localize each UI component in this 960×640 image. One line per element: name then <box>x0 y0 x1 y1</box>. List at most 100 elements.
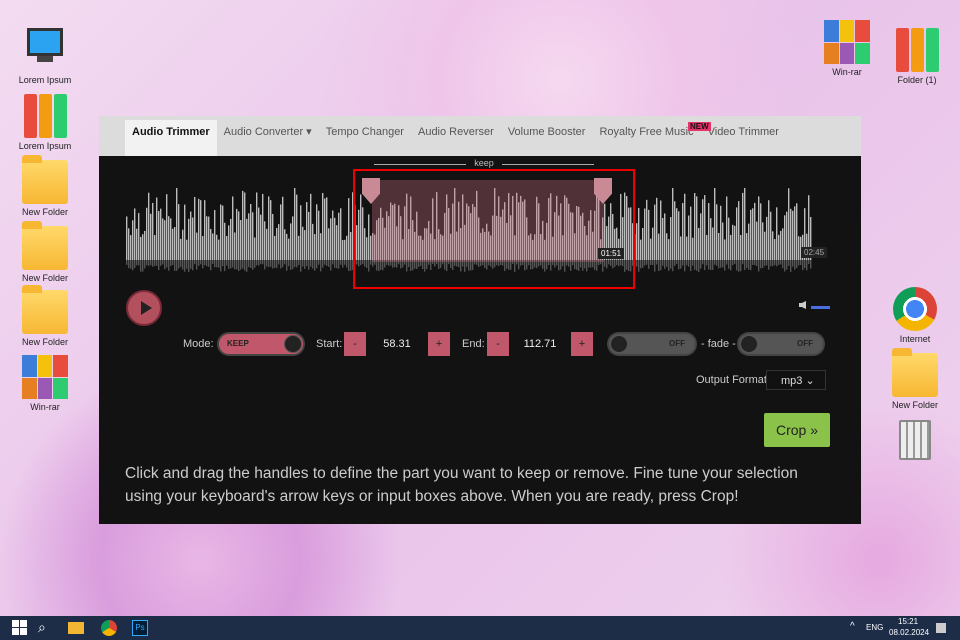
waveform-bar <box>326 260 328 266</box>
fade-out-toggle[interactable]: OFF <box>737 332 825 356</box>
desktop-icon-new-folder[interactable]: New Folder <box>10 221 80 283</box>
waveform-bar <box>270 260 272 267</box>
volume-icon[interactable] <box>799 301 806 309</box>
waveform-bar <box>318 210 320 260</box>
waveform-bar <box>198 198 200 260</box>
waveform-bar <box>192 217 194 260</box>
waveform-bar <box>230 260 232 269</box>
waveform-bar <box>792 210 794 260</box>
desktop-icon-internet[interactable]: Internet <box>880 287 950 344</box>
clock-time[interactable]: 15:21 <box>898 617 918 626</box>
play-button[interactable] <box>126 290 162 326</box>
waveform-bar <box>754 202 756 260</box>
waveform-bar <box>328 228 330 260</box>
waveform-bar <box>300 205 302 260</box>
tab-audio-reverser[interactable]: Audio Reverser <box>411 120 501 156</box>
notification-icon[interactable] <box>936 623 946 633</box>
file-explorer-icon[interactable] <box>68 622 84 634</box>
waveform-bar <box>664 213 666 260</box>
waveform-bar <box>302 226 304 260</box>
tab-audio-converter[interactable]: Audio Converter ▾ <box>217 120 319 156</box>
waveform-bar <box>290 223 292 260</box>
start-minus-button[interactable]: - <box>344 332 366 356</box>
waveform-bar <box>290 260 292 270</box>
end-minus-button[interactable]: - <box>487 332 509 356</box>
waveform-bar <box>650 238 652 260</box>
waveform-bar <box>722 222 724 260</box>
start-input[interactable]: 58.31 <box>366 332 428 356</box>
waveform-bar <box>708 260 710 270</box>
waveform-bar <box>682 260 684 266</box>
waveform-bar <box>684 193 686 260</box>
waveform-bar <box>222 205 224 260</box>
waveform-bar <box>294 260 296 268</box>
waveform-bar <box>246 260 248 272</box>
tab-royalty-free-music[interactable]: Royalty Free Music <box>592 120 700 156</box>
waveform-bar <box>202 236 204 260</box>
waveform-bar <box>326 197 328 260</box>
waveform-bar <box>132 220 134 260</box>
end-input[interactable]: 112.71 <box>509 332 571 356</box>
waveform-bar <box>672 260 674 272</box>
end-label: End: <box>462 338 485 350</box>
language-indicator[interactable]: ENG <box>866 623 883 632</box>
clock-date[interactable]: 08.02.2024 <box>889 628 929 637</box>
waveform-bar <box>128 260 130 269</box>
tab-audio-trimmer[interactable]: Audio Trimmer <box>125 120 217 156</box>
waveform-bar <box>182 260 184 270</box>
volume-slider[interactable] <box>811 306 830 309</box>
waveform-bar <box>702 199 704 260</box>
windows-start-icon[interactable] <box>12 620 27 635</box>
desktop-icon-new-folder[interactable]: New Folder <box>10 155 80 217</box>
waveform-bar <box>752 208 754 260</box>
waveform-bar <box>646 199 648 260</box>
start-plus-button[interactable]: + <box>428 332 450 356</box>
crop-button[interactable]: Crop » <box>764 413 830 447</box>
waveform-bar <box>660 200 662 260</box>
desktop-icon-win-rar[interactable]: Win-rar <box>812 20 882 77</box>
chrome-icon[interactable] <box>101 620 117 636</box>
waveform-bar <box>216 234 218 260</box>
desktop-icon-folder-1-[interactable]: Folder (1) <box>882 28 952 85</box>
waveform-bar <box>286 260 288 271</box>
tray-chevron-icon[interactable]: ^ <box>850 621 855 632</box>
fade-in-toggle[interactable]: OFF <box>607 332 697 356</box>
waveform-bar <box>208 260 210 267</box>
desktop-icon-lorem-ipsum[interactable]: Lorem Ipsum <box>10 28 80 85</box>
waveform-bar <box>260 260 262 265</box>
waveform-bar <box>248 260 250 268</box>
waveform-bar <box>342 239 344 260</box>
waveform-bar <box>766 260 768 266</box>
waveform-bar <box>196 260 198 270</box>
search-icon[interactable]: ⌕ <box>38 619 54 635</box>
desktop-icon-new-folder[interactable]: New Folder <box>880 348 950 410</box>
waveform-bar <box>188 260 190 272</box>
photoshop-icon[interactable]: Ps <box>132 620 148 636</box>
tab-volume-booster[interactable]: Volume Booster <box>501 120 593 156</box>
waveform-bar <box>252 260 254 270</box>
waveform-bar <box>210 228 212 260</box>
waveform-bar <box>710 218 712 260</box>
waveform-bar <box>142 234 144 260</box>
waveform-bar <box>676 260 678 265</box>
waveform-bar <box>322 192 324 260</box>
waveform-bar <box>234 232 236 260</box>
tab-tempo-changer[interactable]: Tempo Changer <box>319 120 411 156</box>
desktop-icon-lorem-ipsum[interactable]: Lorem Ipsum <box>10 94 80 151</box>
waveform-bar <box>220 260 222 272</box>
waveform-bar <box>298 260 300 266</box>
waveform-bar <box>682 203 684 260</box>
desktop-icon-new-folder[interactable]: New Folder <box>10 285 80 347</box>
mode-toggle[interactable]: KEEP <box>217 332 305 356</box>
desktop-icon-recycle-bin[interactable] <box>880 420 950 467</box>
tab-video-trimmer[interactable]: Video Trimmer <box>701 120 786 156</box>
help-text: Click and drag the handles to define the… <box>125 465 798 505</box>
waveform-bar <box>652 260 654 265</box>
waveform-bar <box>704 195 706 260</box>
waveform-bar <box>140 260 142 272</box>
waveform-bar <box>244 192 246 260</box>
end-plus-button[interactable]: + <box>571 332 593 356</box>
waveform-bar <box>202 260 204 269</box>
output-format-select[interactable]: mp3 ⌄ <box>766 370 826 390</box>
desktop-icon-win-rar[interactable]: Win-rar <box>10 355 80 412</box>
